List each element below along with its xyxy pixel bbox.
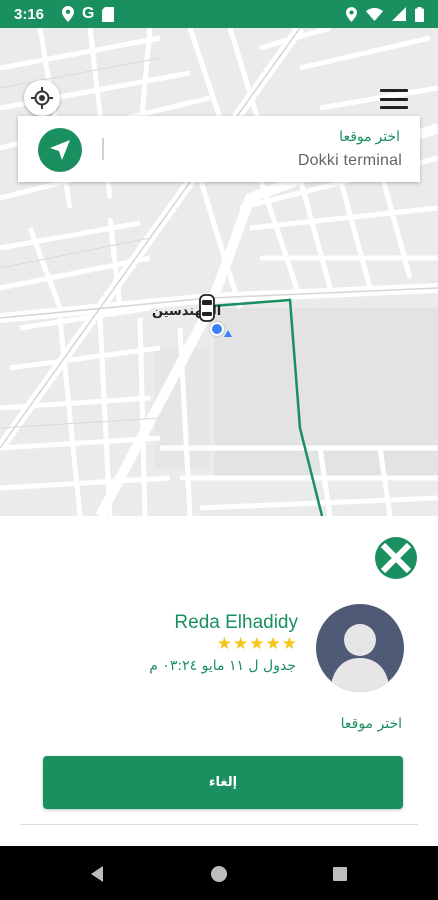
map-streets bbox=[0, 28, 438, 516]
trip-sheet: Reda Elhadidy ★★★★★ جدول ل ١١ مايو ٠٣:٢٤… bbox=[0, 516, 438, 846]
card-divider bbox=[102, 138, 104, 160]
recents-icon[interactable] bbox=[333, 867, 347, 881]
location-label: اختر موقعا bbox=[339, 128, 400, 144]
location-input[interactable]: Dokki terminal bbox=[298, 152, 402, 170]
menu-button[interactable] bbox=[378, 86, 410, 112]
schedule-text: جدول ل ١١ مايو ٠٣:٢٤ م bbox=[149, 658, 296, 674]
google-icon: G bbox=[82, 5, 95, 22]
status-right bbox=[346, 6, 424, 22]
status-left: 3:16 G bbox=[14, 5, 115, 23]
car-icon bbox=[199, 294, 215, 322]
close-icon[interactable] bbox=[374, 536, 418, 580]
status-time: 3:16 bbox=[14, 5, 45, 23]
rating-stars: ★★★★★ bbox=[216, 634, 298, 654]
location-icon bbox=[62, 6, 75, 22]
home-icon[interactable] bbox=[211, 866, 227, 882]
signal-icon bbox=[392, 7, 406, 21]
navigation-button[interactable] bbox=[38, 128, 82, 172]
pickup-location-card[interactable]: اختر موقعا Dokki terminal bbox=[18, 116, 420, 182]
system-nav-bar bbox=[0, 846, 438, 900]
sheet-divider bbox=[20, 824, 418, 825]
location-icon bbox=[346, 6, 357, 22]
heading-arrow-icon bbox=[224, 330, 232, 337]
back-icon[interactable] bbox=[91, 866, 103, 882]
menu-icon bbox=[380, 89, 408, 92]
map-view[interactable]: اختر موقعا Dokki terminal المهندسين bbox=[0, 28, 438, 516]
navigation-arrow-icon bbox=[50, 140, 70, 160]
crosshair-icon bbox=[31, 87, 53, 109]
user-location-dot bbox=[210, 322, 224, 336]
cancel-button[interactable]: إلغاء bbox=[43, 756, 403, 809]
wifi-icon bbox=[366, 7, 383, 21]
driver-name: Reda Elhadidy bbox=[174, 612, 298, 633]
my-location-button[interactable] bbox=[24, 80, 60, 116]
status-bar: 3:16 G bbox=[0, 0, 438, 28]
battery-icon bbox=[415, 6, 424, 22]
sd-card-icon bbox=[102, 6, 115, 22]
person-icon bbox=[330, 624, 390, 692]
choose-location-link[interactable]: اختر موقعا bbox=[341, 716, 402, 732]
avatar bbox=[316, 604, 404, 692]
